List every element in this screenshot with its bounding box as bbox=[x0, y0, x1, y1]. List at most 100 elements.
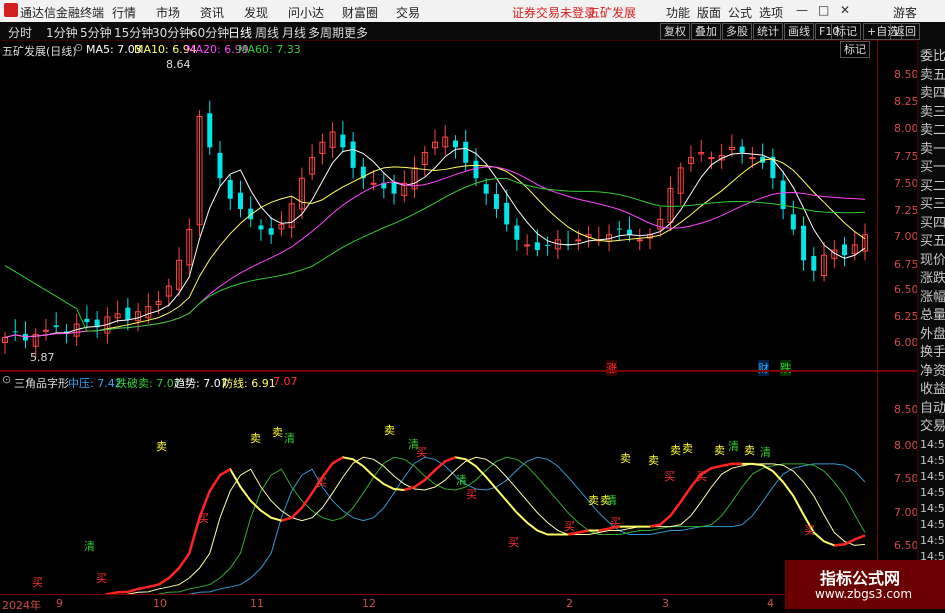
sell-signal-8: 卖 bbox=[714, 444, 725, 457]
menu-banmian[interactable]: 版面 bbox=[697, 4, 721, 21]
side-item-19[interactable]: 自动 bbox=[920, 400, 945, 418]
ind-tick-750: 7.50 bbox=[894, 472, 919, 485]
side-item-9: 买四 bbox=[920, 215, 945, 233]
side-item-0: 委比 bbox=[920, 48, 945, 66]
side-item-1: 卖五 bbox=[920, 67, 945, 85]
candle-body bbox=[842, 244, 847, 255]
side-item-15: 外盘 bbox=[920, 326, 945, 344]
quote-side-panel: 委比卖五卖四卖三卖二卖一买一买二买三买四买五现价涨跌涨幅总量外盘换手净资收益自动… bbox=[917, 40, 945, 609]
buy-signal-7: 买 bbox=[664, 470, 675, 483]
clear-signal-5: 清 bbox=[606, 494, 617, 507]
candle-body bbox=[258, 225, 263, 229]
side-item-16: 换手 bbox=[920, 344, 945, 362]
trend-up-segment bbox=[333, 457, 343, 463]
trend-up-segment bbox=[148, 585, 158, 587]
time-item-0: 14:56 bbox=[920, 438, 945, 451]
btn-huaxian[interactable]: 画线 bbox=[784, 23, 814, 40]
period-30min[interactable]: 30分钟 bbox=[152, 24, 191, 41]
tick-625: 6.25 bbox=[894, 310, 919, 323]
side-item-20[interactable]: 交易 bbox=[920, 418, 945, 436]
candle-body bbox=[207, 113, 212, 147]
menu-caifuquan[interactable]: 财富圈 bbox=[342, 4, 378, 21]
buy-signal-1: 买 bbox=[316, 476, 327, 489]
low-label: 5.87 bbox=[30, 351, 55, 364]
side-item-13: 涨幅 bbox=[920, 289, 945, 307]
ma60-line bbox=[5, 178, 865, 331]
maximize-icon[interactable]: □ bbox=[818, 3, 829, 17]
btn-fanhui[interactable]: 返回 bbox=[890, 23, 920, 40]
tick-675: 6.75 bbox=[894, 258, 919, 271]
minimize-icon[interactable]: — bbox=[796, 3, 808, 17]
candle-body bbox=[84, 319, 89, 322]
btn-diejia[interactable]: 叠加 bbox=[691, 23, 721, 40]
time-item-1: 14:56 bbox=[920, 454, 945, 467]
buy-signal-11: 买 bbox=[32, 576, 43, 589]
btn-tongji[interactable]: 统计 bbox=[753, 23, 783, 40]
period-weekly[interactable]: 周线 bbox=[255, 24, 279, 41]
period-more[interactable]: 更多 bbox=[344, 24, 368, 41]
tick-850: 8.50 bbox=[894, 68, 919, 81]
time-item-3: 14:56 bbox=[920, 486, 945, 499]
menu-shichang[interactable]: 市场 bbox=[156, 4, 180, 21]
menu-wenxiaoda[interactable]: 问小达 bbox=[288, 4, 324, 21]
trend-up-segment bbox=[670, 502, 680, 516]
side-item-4: 卖二 bbox=[920, 122, 945, 140]
period-1min[interactable]: 1分钟 bbox=[46, 24, 78, 41]
menu-faxian[interactable]: 发现 bbox=[244, 4, 268, 21]
trend-up-segment bbox=[281, 518, 291, 521]
btn-fuquan[interactable]: 复权 bbox=[660, 23, 690, 40]
buy-signal-9: 买 bbox=[804, 524, 815, 537]
candle-body bbox=[709, 158, 714, 159]
main-kline-panel[interactable]: 五矿发展(日线) ⊙ MA5: 7.03 MA10: 6.94 MA20: 6.… bbox=[0, 40, 877, 370]
btn-biaoji-top[interactable]: 标记 bbox=[831, 23, 861, 40]
trend-up-segment bbox=[722, 464, 732, 466]
menu-jiaoyi[interactable]: 交易 bbox=[396, 4, 420, 21]
ind-tick-650: 6.50 bbox=[894, 539, 919, 552]
period-daily[interactable]: 日线 bbox=[228, 24, 252, 41]
buy-signal-3: 买 bbox=[466, 488, 477, 501]
candle-body bbox=[125, 308, 130, 320]
indicator-panel[interactable]: ⊙ 三角品字形 中压: 7.42 跌破卖: 7.07 趋势: 7.07 防线: … bbox=[0, 372, 877, 594]
period-multi[interactable]: 多周期 bbox=[308, 24, 344, 41]
trend-up-segment bbox=[425, 470, 435, 480]
menu-gongneng[interactable]: 功能 bbox=[666, 4, 690, 21]
time-item-6: 14:56 bbox=[920, 534, 945, 547]
user-label[interactable]: 游客 bbox=[893, 4, 917, 21]
candle-body bbox=[494, 194, 499, 209]
period-5min[interactable]: 5分钟 bbox=[80, 24, 112, 41]
close-icon[interactable]: ✕ bbox=[840, 3, 850, 17]
candle-body bbox=[54, 325, 59, 327]
app-logo-icon bbox=[4, 3, 18, 17]
menu-hangqing[interactable]: 行情 bbox=[112, 4, 136, 21]
menu-zixun[interactable]: 资讯 bbox=[200, 4, 224, 21]
x-label-9: 9 bbox=[56, 597, 63, 610]
candle-body bbox=[514, 225, 519, 239]
menu-xuanxiang[interactable]: 选项 bbox=[759, 4, 783, 21]
tick-600: 6.00 bbox=[894, 336, 919, 349]
trend-up-segment bbox=[169, 568, 179, 578]
time-item-2: 14:56 bbox=[920, 470, 945, 483]
btn-duogu[interactable]: 多股 bbox=[722, 23, 752, 40]
side-item-14: 总量 bbox=[920, 307, 945, 325]
trend-up-segment bbox=[445, 457, 455, 461]
period-15min[interactable]: 15分钟 bbox=[114, 24, 153, 41]
period-monthly[interactable]: 月线 bbox=[282, 24, 306, 41]
trend-up-segment bbox=[711, 466, 721, 468]
period-60min[interactable]: 60分钟 bbox=[190, 24, 229, 41]
tick-825: 8.25 bbox=[894, 95, 919, 108]
menu-gongshi[interactable]: 公式 bbox=[728, 4, 752, 21]
side-item-18: 收益 bbox=[920, 381, 945, 399]
side-item-8: 买三 bbox=[920, 196, 945, 214]
sell-signal-10: 卖 bbox=[588, 494, 599, 507]
sell-signal-2: 卖 bbox=[272, 426, 283, 439]
login-status[interactable]: 证券交易未登录 bbox=[512, 4, 596, 21]
indicator-svg: 卖卖卖卖卖卖卖卖卖卖卖卖清清清清清清清买买买买买买买买买买买买 bbox=[0, 372, 877, 594]
x-label-11: 11 bbox=[250, 597, 264, 610]
candle-body bbox=[791, 214, 796, 229]
candle-body bbox=[576, 240, 581, 241]
candle-body bbox=[218, 153, 223, 178]
side-item-10: 买五 bbox=[920, 233, 945, 251]
period-fenshi[interactable]: 分时 bbox=[8, 24, 32, 41]
watermark: 指标公式网 www.zbgs3.com bbox=[785, 560, 945, 609]
candle-body bbox=[811, 256, 816, 271]
